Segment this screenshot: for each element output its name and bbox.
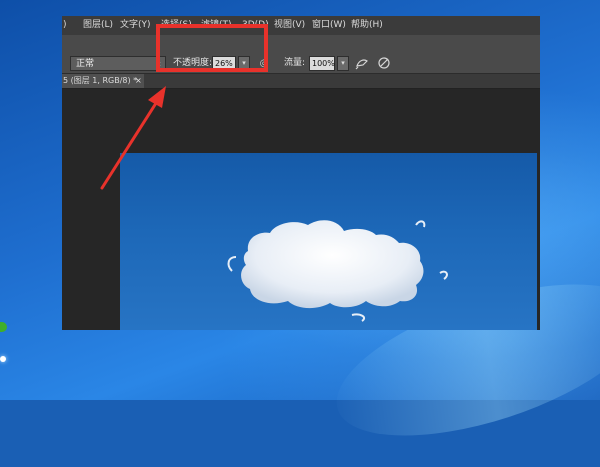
document-tab-title: 5 (图层 1, RGB/8) * — [63, 76, 138, 85]
opacity-highlight-box — [156, 24, 268, 72]
menu-item-layer[interactable]: 图层(L) — [83, 16, 113, 35]
pressure-size-icon[interactable] — [377, 56, 391, 71]
document-tab-bar: 5 (图层 1, RGB/8) * × — [62, 74, 540, 89]
menu-item-partial[interactable]: ) — [63, 16, 67, 35]
menu-item-help[interactable]: 帮助(H) — [351, 16, 383, 35]
blend-mode-select[interactable]: 正常 ⇕ — [70, 56, 166, 71]
flow-label: 流量: — [284, 58, 306, 68]
desktop-sparkle — [0, 356, 6, 362]
blend-mode-value: 正常 — [76, 59, 95, 69]
cloud-image — [227, 220, 448, 322]
flow-input[interactable]: 100% — [309, 56, 335, 71]
document-tab[interactable]: 5 (图层 1, RGB/8) * — [62, 74, 144, 88]
photoshop-window: ) 图层(L) 文字(Y) 选择(S) 滤镜(T) 3D(D) 视图(V) 窗口… — [62, 16, 540, 330]
airbrush-icon[interactable] — [355, 56, 369, 71]
options-bar: 正常 ⇕ 不透明度: 26% ▾ ◎ 流量: 100% ▾ — [62, 35, 540, 74]
image-canvas[interactable] — [120, 153, 537, 330]
flow-dropdown-button[interactable]: ▾ — [337, 56, 349, 71]
menu-item-view[interactable]: 视图(V) — [274, 16, 305, 35]
menu-bar: ) 图层(L) 文字(Y) 选择(S) 滤镜(T) 3D(D) 视图(V) 窗口… — [62, 16, 540, 35]
close-icon[interactable]: × — [135, 74, 142, 88]
canvas-workspace — [62, 89, 540, 330]
desktop-leaf-icon — [0, 322, 7, 332]
menu-item-type[interactable]: 文字(Y) — [120, 16, 151, 35]
menu-item-window[interactable]: 窗口(W) — [312, 16, 346, 35]
